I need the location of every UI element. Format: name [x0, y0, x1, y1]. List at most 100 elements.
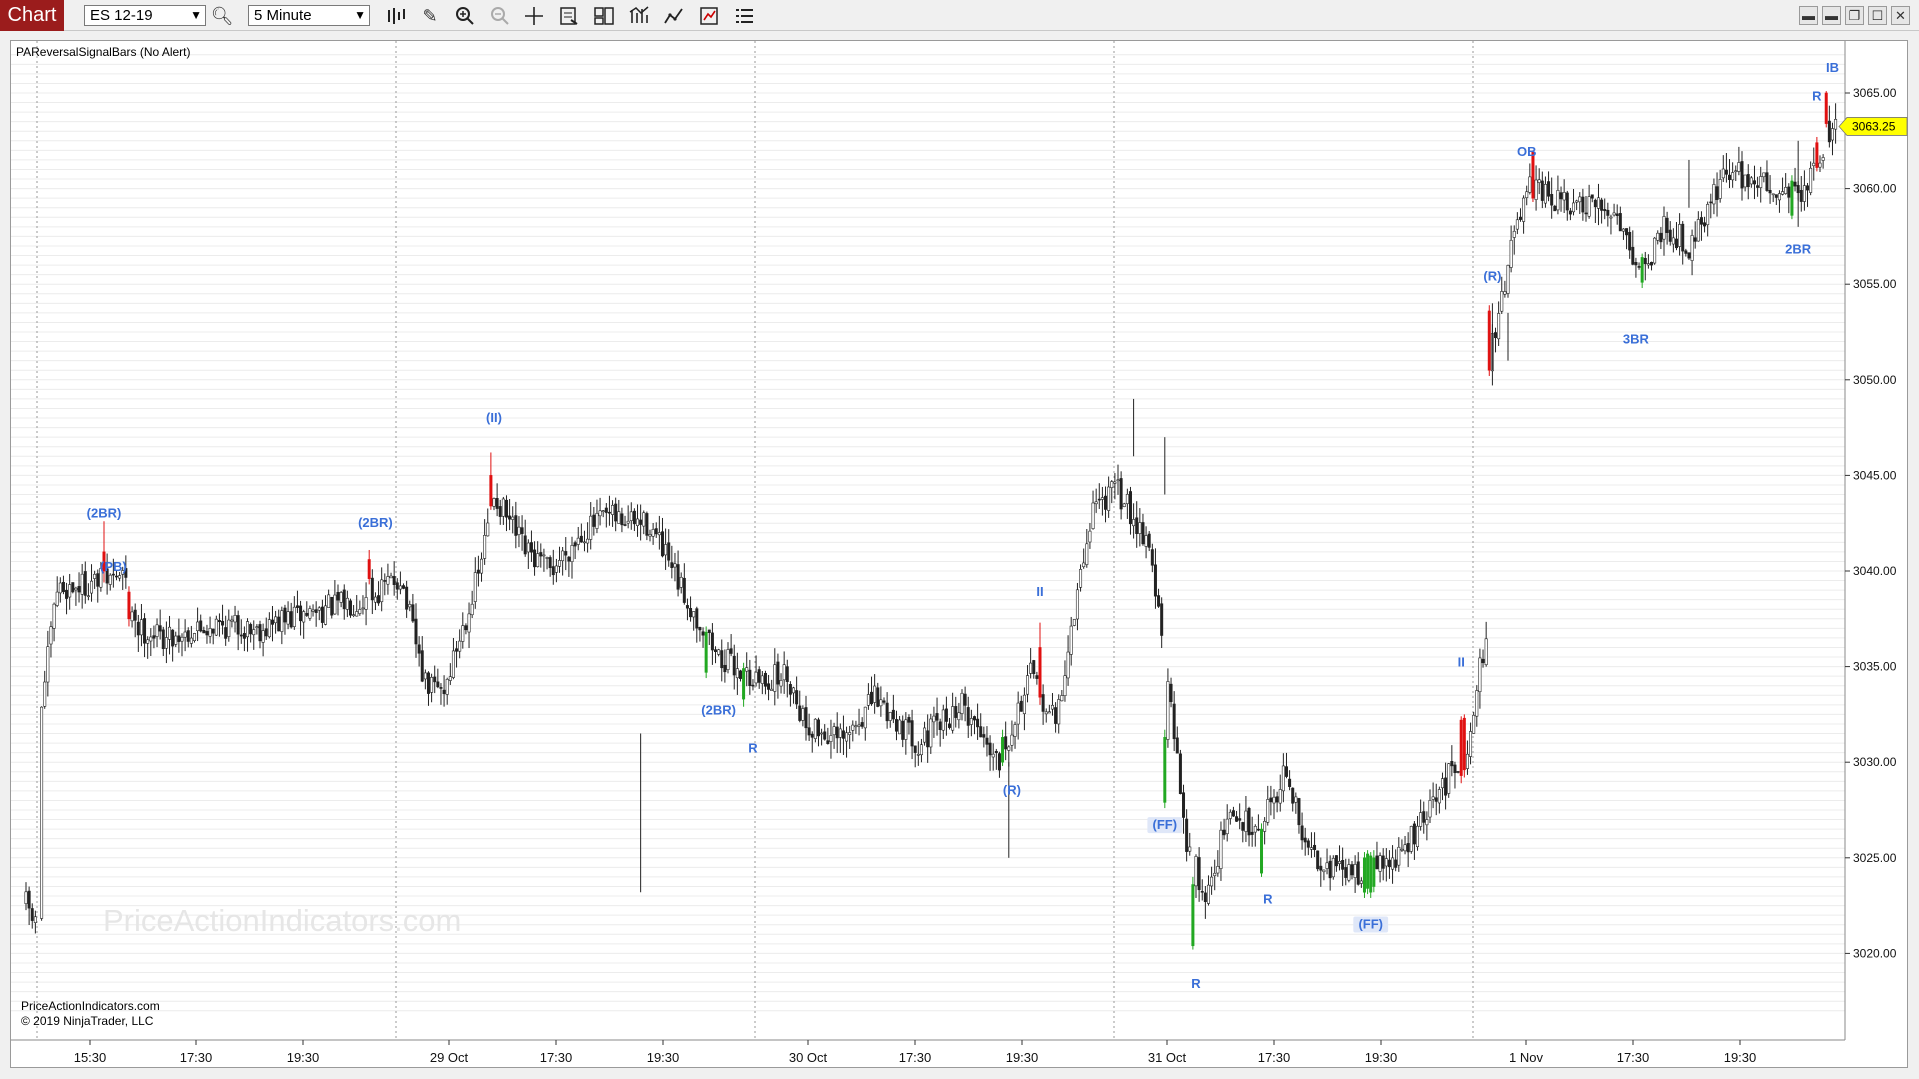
- candle: [1593, 199, 1597, 208]
- candle: [929, 718, 933, 748]
- bear-signal-bar: [1459, 719, 1463, 776]
- candle: [1281, 765, 1285, 792]
- candle: [196, 621, 200, 632]
- candle: [511, 516, 515, 520]
- candle: [617, 511, 621, 524]
- candle: [1325, 862, 1329, 869]
- candle: [1157, 595, 1161, 607]
- candle: [155, 624, 159, 637]
- candle: [348, 600, 352, 616]
- candle: [1300, 825, 1304, 841]
- candle: [161, 629, 165, 650]
- signal-label: (R): [1003, 783, 1021, 798]
- candle: [866, 694, 870, 706]
- candle: [1206, 884, 1210, 904]
- candle: [795, 690, 799, 705]
- x-tick-label: 19:30: [1365, 1050, 1398, 1065]
- x-tick-label: 15:30: [74, 1050, 107, 1065]
- candle: [171, 629, 175, 647]
- candle: [46, 646, 50, 683]
- bull-signal-bar: [1366, 853, 1370, 889]
- candle: [264, 628, 268, 637]
- candle: [1746, 174, 1750, 188]
- candle: [1275, 796, 1279, 803]
- candle: [283, 607, 287, 623]
- candle: [492, 498, 496, 507]
- candle: [720, 650, 724, 669]
- candle: [835, 726, 839, 739]
- candle: [1718, 179, 1722, 199]
- candle: [504, 499, 508, 518]
- candle: [1690, 235, 1694, 261]
- candle: [923, 727, 927, 743]
- candle: [810, 733, 814, 738]
- candle: [976, 718, 980, 728]
- candle: [1013, 724, 1017, 737]
- candle: [1500, 291, 1504, 312]
- candle: [1731, 172, 1735, 181]
- candle: [292, 606, 296, 627]
- candle: [377, 595, 381, 604]
- candle: [685, 605, 689, 609]
- candle: [1712, 184, 1716, 205]
- candle: [595, 513, 599, 529]
- candle: [767, 683, 771, 690]
- candle: [1437, 789, 1441, 804]
- candle: [339, 592, 343, 603]
- candle: [1044, 711, 1048, 715]
- candle: [645, 513, 649, 536]
- candle: [430, 677, 434, 693]
- candle: [1160, 603, 1164, 636]
- bear-signal-bar: [367, 559, 371, 579]
- candle: [1453, 764, 1457, 774]
- candle: [302, 611, 306, 623]
- candle: [1494, 332, 1498, 339]
- candle: [1618, 213, 1622, 232]
- candle: [1781, 191, 1785, 195]
- candle: [361, 607, 365, 610]
- candle: [523, 535, 527, 555]
- candle: [61, 581, 65, 593]
- candle: [1406, 843, 1410, 853]
- candle: [919, 744, 923, 756]
- candle: [1737, 162, 1741, 172]
- candle: [258, 624, 262, 642]
- candle: [832, 726, 836, 736]
- y-tick-label: 3060.00: [1853, 182, 1897, 196]
- x-tick-label: 17:30: [1617, 1050, 1650, 1065]
- candle: [352, 614, 356, 617]
- candle: [1394, 859, 1398, 868]
- bull-signal-bar: [1260, 828, 1264, 874]
- candle: [451, 650, 455, 678]
- x-tick-label: 17:30: [899, 1050, 932, 1065]
- candle: [1674, 238, 1678, 249]
- candle: [205, 631, 209, 636]
- candle: [1082, 562, 1086, 568]
- candle: [239, 634, 243, 637]
- candle: [1316, 850, 1320, 870]
- candle: [1344, 867, 1348, 878]
- candle: [985, 737, 989, 745]
- candle: [1728, 174, 1732, 180]
- y-tick-label: 3065.00: [1853, 86, 1897, 100]
- candle: [520, 527, 524, 534]
- candle: [854, 725, 858, 728]
- candle: [1693, 237, 1697, 242]
- candle: [738, 670, 742, 679]
- candle: [1072, 619, 1076, 626]
- candle: [679, 576, 683, 588]
- candle: [470, 603, 474, 616]
- candle: [1515, 219, 1519, 230]
- candle: [913, 745, 917, 753]
- candle: [230, 619, 234, 622]
- candle: [1172, 703, 1176, 740]
- candle: [1637, 266, 1641, 268]
- candle: [1269, 797, 1273, 803]
- candle: [1132, 519, 1136, 527]
- candle: [882, 700, 886, 703]
- candle: [183, 631, 187, 638]
- candle: [676, 564, 680, 590]
- candle: [885, 702, 889, 722]
- candle: [1540, 180, 1544, 201]
- x-tick-label: 17:30: [180, 1050, 213, 1065]
